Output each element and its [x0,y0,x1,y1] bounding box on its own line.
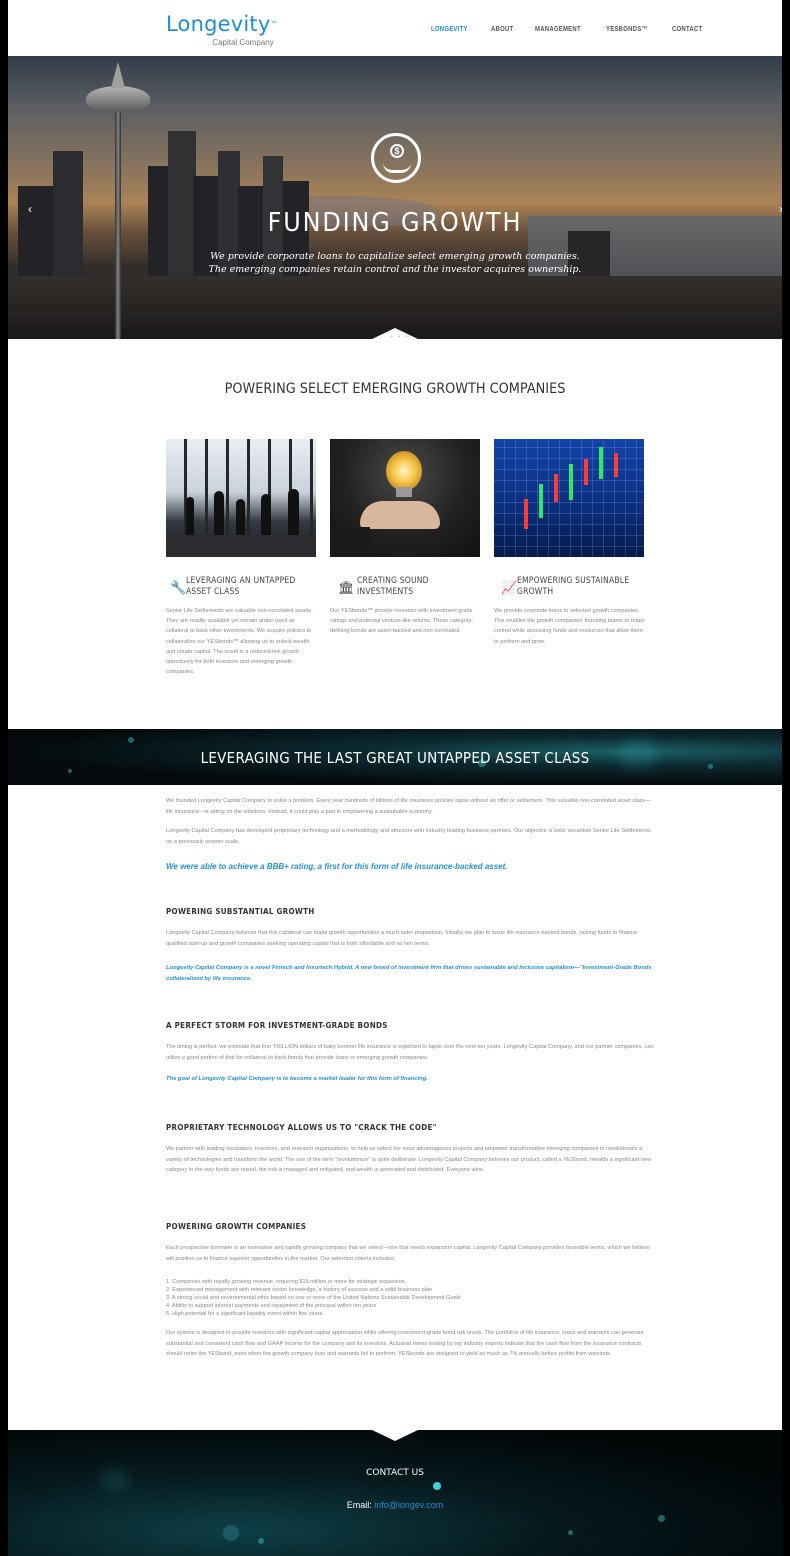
hero-title: FUNDING GROWTH [267,208,523,238]
coin-icon: $ [390,144,404,158]
next-slide-icon[interactable]: › [779,202,782,216]
card-image-stock-chart [494,439,644,557]
prev-slide-icon[interactable]: ‹ [28,202,32,216]
card-image-business-people [166,439,316,557]
section-heading: A PERFECT STORM FOR INVESTMENT-GRADE BON… [166,1021,388,1030]
email-link[interactable]: info@longev.com [374,1500,443,1510]
section-title: POWERING SELECT EMERGING GROWTH COMPANIE… [224,381,566,397]
section-paragraph: Each prospective borrower is an innovati… [166,1245,650,1262]
section-banner: LEVERAGING THE LAST GREAT UNTAPPED ASSET… [8,729,782,785]
logo-trademark: ™ [270,20,278,28]
card-title: EMPOWERING SUSTAINABLE GROWTH [517,576,630,597]
footer-notch [370,1429,420,1441]
hero-overlay [8,56,782,339]
banner-title: LEVERAGING THE LAST GREAT UNTAPPED ASSET… [200,749,590,767]
logo-wordmark: Longevity [166,12,271,36]
section-paragraph: Our system is designed to provide invest… [166,1330,644,1358]
bank-icon: 🏛 [338,580,355,595]
list-item: 5. High potential for a significant liqu… [166,1311,323,1317]
nav-item-longevity[interactable]: LONGEVITY [431,26,468,33]
footer-email: Email: info@longev.com [8,1500,782,1510]
nav-item-yesbonds[interactable]: YESBONDS™ [606,26,648,33]
chart-icon: 📈 [501,580,518,595]
logo[interactable]: Longevity™ Capital Company [166,12,278,47]
list-item: 1. Companies with rapidly growing revenu… [166,1279,405,1285]
site-frame: Longevity™ Capital Company LONGEVITY ABO… [8,0,782,1556]
card-text: Our YESbonds™ provide investors with inv… [330,608,474,635]
slider-dots[interactable]: • • • [391,334,409,339]
hero-subtitle-line1: We provide corporate loans to capitalize… [210,251,580,262]
section-paragraph: The timing is perfect: we estimate that … [166,1044,654,1061]
email-label: Email: [346,1500,372,1510]
list-item: 3. A strong social and environmental eth… [166,1295,461,1301]
hero-subtitle-line2: The emerging companies retain control an… [208,264,582,275]
card-text: Senior Life Settlements are valuable non… [166,608,313,676]
wrench-icon: 🔧 [170,580,187,595]
section-heading: POWERING SUBSTANTIAL GROWTH [166,907,315,916]
section-highlight: The goal of Longevity Capital Company is… [166,1076,428,1082]
section-heading: POWERING GROWTH COMPANIES [166,1222,307,1231]
hero-slider: $ FUNDING GROWTH We provide corporate lo… [8,56,782,339]
site-header: Longevity™ Capital Company LONGEVITY ABO… [8,0,782,56]
card-image-lightbulb [330,439,480,557]
money-hand-icon: $ [371,133,421,183]
section-paragraph: We partner with leading incubators, inve… [166,1146,652,1174]
nav-item-about[interactable]: ABOUT [491,26,513,33]
footer-title: CONTACT US [366,1468,424,1478]
main-nav: LONGEVITY ABOUT MANAGEMENT YESBONDS™ CON… [431,26,724,33]
intro-paragraph: We founded Longevity Capital Company to … [166,798,651,815]
page-background: Longevity™ Capital Company LONGEVITY ABO… [0,0,790,1556]
hand-icon [383,163,411,173]
section-highlight: Longevity Capital Company is a novel Fin… [166,965,652,982]
site-footer: CONTACT US Email: info@longev.com [8,1430,782,1556]
nav-item-contact[interactable]: CONTACT [672,26,702,33]
logo-subtitle: Capital Company [212,38,274,47]
card-title: LEVERAGING AN UNTAPPED ASSET CLASS [186,576,296,597]
list-item: 4. Ability to support interest payments … [166,1303,377,1309]
section-paragraph: Longevity Capital Company believes that … [166,930,637,947]
card-text: We provide corporate loans to selected g… [494,608,645,645]
section-heading: PROPRIETARY TECHNOLOGY ALLOWS US TO "CRA… [166,1123,437,1132]
list-item: 2. Experienced management with relevant … [166,1287,433,1293]
intro-paragraph: Longevity Capital Company has developed … [166,828,651,845]
nav-item-management[interactable]: MANAGEMENT [535,26,581,33]
intro-highlight: We were able to achieve a BBB+ rating, a… [166,862,508,871]
card-title: CREATING SOUND INVESTMENTS [356,576,429,597]
